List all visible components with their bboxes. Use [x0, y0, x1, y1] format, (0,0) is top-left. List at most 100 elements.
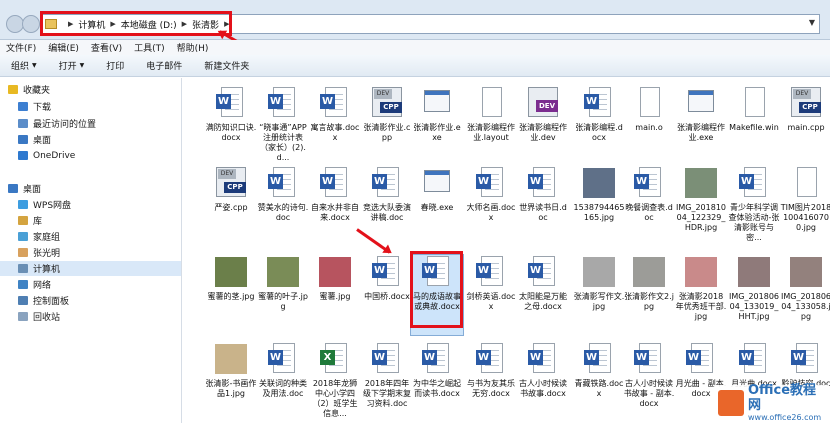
menu-item[interactable]: 帮助(H) [171, 41, 215, 54]
exe-file-icon [684, 86, 718, 120]
file-item[interactable]: W 太阳能是万能之母.docx [517, 255, 569, 335]
file-item[interactable]: TIM图片20181004160700.jpg [780, 166, 830, 246]
file-item[interactable]: IMG_20180604_133019_HHT.jpg [728, 255, 780, 335]
file-name: 蜜薯的叶子.jpg [258, 292, 308, 311]
file-item[interactable]: W 大师名画.docx [465, 166, 517, 246]
file-name: 蜜薯的茎.jpg [207, 292, 255, 301]
sidebar-item[interactable]: 桌面 [0, 132, 181, 147]
network-icon [18, 280, 28, 289]
sidebar-item[interactable]: 张光明 [0, 245, 181, 260]
dev-project-icon: DEV [526, 86, 560, 120]
word-document-icon: W [370, 255, 404, 289]
sidebar-item[interactable]: 收藏夹 [0, 82, 181, 97]
file-item[interactable]: 1538794465165.jpg [573, 166, 625, 246]
sidebar-item[interactable]: 库 [0, 213, 181, 228]
file-item[interactable]: W 关联词的种类及用法.doc [257, 342, 309, 422]
file-item[interactable]: W 古人小时候读书故事.docx [517, 342, 569, 422]
file-item[interactable]: DEV CPP main.cpp [780, 86, 830, 166]
sidebar-item[interactable]: 最近访问的位置 [0, 116, 181, 131]
file-item[interactable]: X 2018年龙狮中心小学四（2）班学生信息... [309, 342, 361, 422]
file-item[interactable]: IMG_20181004_122329_HDR.jpg [675, 166, 727, 246]
file-item[interactable]: W 为中华之崛起而读书.docx [411, 342, 463, 422]
word-document-icon: W [526, 255, 560, 289]
menu-item[interactable]: 文件(F) [0, 41, 42, 54]
file-item[interactable]: W 古人小时候读书故事 - 副本.docx [623, 342, 675, 422]
file-item[interactable]: 张清影写作文.jpg [573, 255, 625, 335]
file-name: 剑桥英语.docx [466, 292, 516, 311]
file-item[interactable]: main.o [623, 86, 675, 166]
file-item[interactable]: W 与书为友其乐无穷.docx [465, 342, 517, 422]
toolbar-button[interactable]: 打开 ▼ [48, 59, 96, 72]
image-thumbnail-icon [582, 166, 616, 200]
file-name: 张清影编程作业.exe [677, 123, 725, 142]
chevron-down-icon[interactable]: ▼ [809, 18, 815, 27]
sidebar-item[interactable]: 回收站 [0, 309, 181, 324]
file-item[interactable]: W 自来水井非自来.docx [309, 166, 361, 246]
file-item[interactable]: DEV CPP 严姿.cpp [205, 166, 257, 246]
sidebar-item[interactable]: 计算机 [0, 261, 181, 276]
word-document-icon: W [737, 342, 771, 376]
file-name: 张清影作业.cpp [363, 123, 411, 142]
file-item[interactable]: 蜜薯.jpg [309, 255, 361, 335]
menu-item[interactable]: 编辑(E) [42, 41, 85, 54]
sidebar-item[interactable]: OneDrive [0, 148, 181, 163]
toolbar-button[interactable]: 组织 ▼ [0, 59, 48, 72]
file-item[interactable]: W 2018年四年级下学期末复习资料.doc [361, 342, 413, 422]
word-document-icon: W [420, 342, 454, 376]
file-item[interactable]: 蜜薯的茎.jpg [205, 255, 257, 335]
file-item[interactable]: IMG_20180604_133058.jpg [780, 255, 830, 335]
sidebar-item-label: 桌面 [23, 185, 42, 195]
menu-item[interactable]: 查看(V) [85, 41, 128, 54]
file-item[interactable]: W 张清影编程.docx [573, 86, 625, 166]
image-thumbnail-icon [737, 255, 771, 289]
file-item[interactable]: 蜜薯的叶子.jpg [257, 255, 309, 335]
toolbar-button[interactable]: 打印 [95, 59, 135, 72]
word-document-icon: W [737, 166, 771, 200]
file-item[interactable]: W 剑桥英语.docx [465, 255, 517, 335]
file-item[interactable]: W 晚餐调查表.doc [623, 166, 675, 246]
file-item[interactable]: Makefile.win [728, 86, 780, 166]
generic-file-icon [632, 86, 666, 120]
file-name: 古人小时候读书故事 - 副本.docx [623, 379, 675, 408]
file-item[interactable]: W 赞美水的诗句.doc [257, 166, 309, 246]
file-item[interactable]: DEV CPP 张清影作业.cpp [361, 86, 413, 166]
file-item[interactable]: 张清影编程作业.layout [465, 86, 517, 166]
file-item[interactable]: W 中国桥.docx [361, 255, 413, 335]
file-item[interactable]: W 世界读书日.doc [517, 166, 569, 246]
forward-button[interactable] [22, 15, 40, 33]
file-name: 自来水井非自来.docx [311, 203, 359, 222]
file-item[interactable]: W 青藏铁路.docx [573, 342, 625, 422]
file-item[interactable]: W 竞选大队委演讲稿.doc [361, 166, 413, 246]
toolbar-button[interactable]: 电子邮件 [135, 59, 193, 72]
chevron-down-icon: ▼ [32, 62, 37, 69]
exe-file-icon [420, 166, 454, 200]
file-item[interactable]: 张清影-书画作品1.jpg [205, 342, 257, 422]
sidebar-item[interactable]: 下载 [0, 99, 181, 114]
toolbar-button-label: 组织 [11, 62, 30, 72]
file-item[interactable]: W 青少年科学调查体验活动-张清影账号与密... [728, 166, 780, 246]
file-item[interactable]: W “晓事通”APP注册统计表（家长）(2).d... [257, 86, 309, 166]
file-item[interactable]: 春晓.exe [411, 166, 463, 246]
file-item[interactable]: 张清影作业.exe [411, 86, 463, 166]
cpp-file-icon: DEV CPP [214, 166, 248, 200]
computer-icon [18, 264, 28, 273]
sidebar-item[interactable]: 网络 [0, 277, 181, 292]
file-item[interactable]: DEV 张清影编程作业.dev [517, 86, 569, 166]
file-item[interactable]: W 满防知识口诀.docx [205, 86, 257, 166]
file-item[interactable]: 张清影编程作业.exe [675, 86, 727, 166]
menu-item[interactable]: 工具(T) [128, 41, 171, 54]
download-icon [18, 102, 28, 111]
sidebar-item[interactable]: 控制面板 [0, 293, 181, 308]
file-item[interactable]: 张清影2018年优秀班干部.jpg [675, 255, 727, 335]
sidebar-item[interactable]: WPS网盘 [0, 197, 181, 212]
sidebar-item[interactable]: 家庭组 [0, 229, 181, 244]
recycle-bin-icon [18, 312, 28, 321]
file-item[interactable]: 张清影作文2.jpg [623, 255, 675, 335]
file-name: 张清影编程作业.layout [467, 123, 515, 142]
cloud-icon [18, 200, 28, 209]
user-icon [18, 248, 28, 257]
file-name: 张清影-书画作品1.jpg [205, 379, 257, 398]
toolbar-button[interactable]: 新建文件夹 [193, 59, 260, 72]
file-item[interactable]: W 寓言故事.docx [309, 86, 361, 166]
sidebar-item[interactable]: 桌面 [0, 181, 181, 196]
